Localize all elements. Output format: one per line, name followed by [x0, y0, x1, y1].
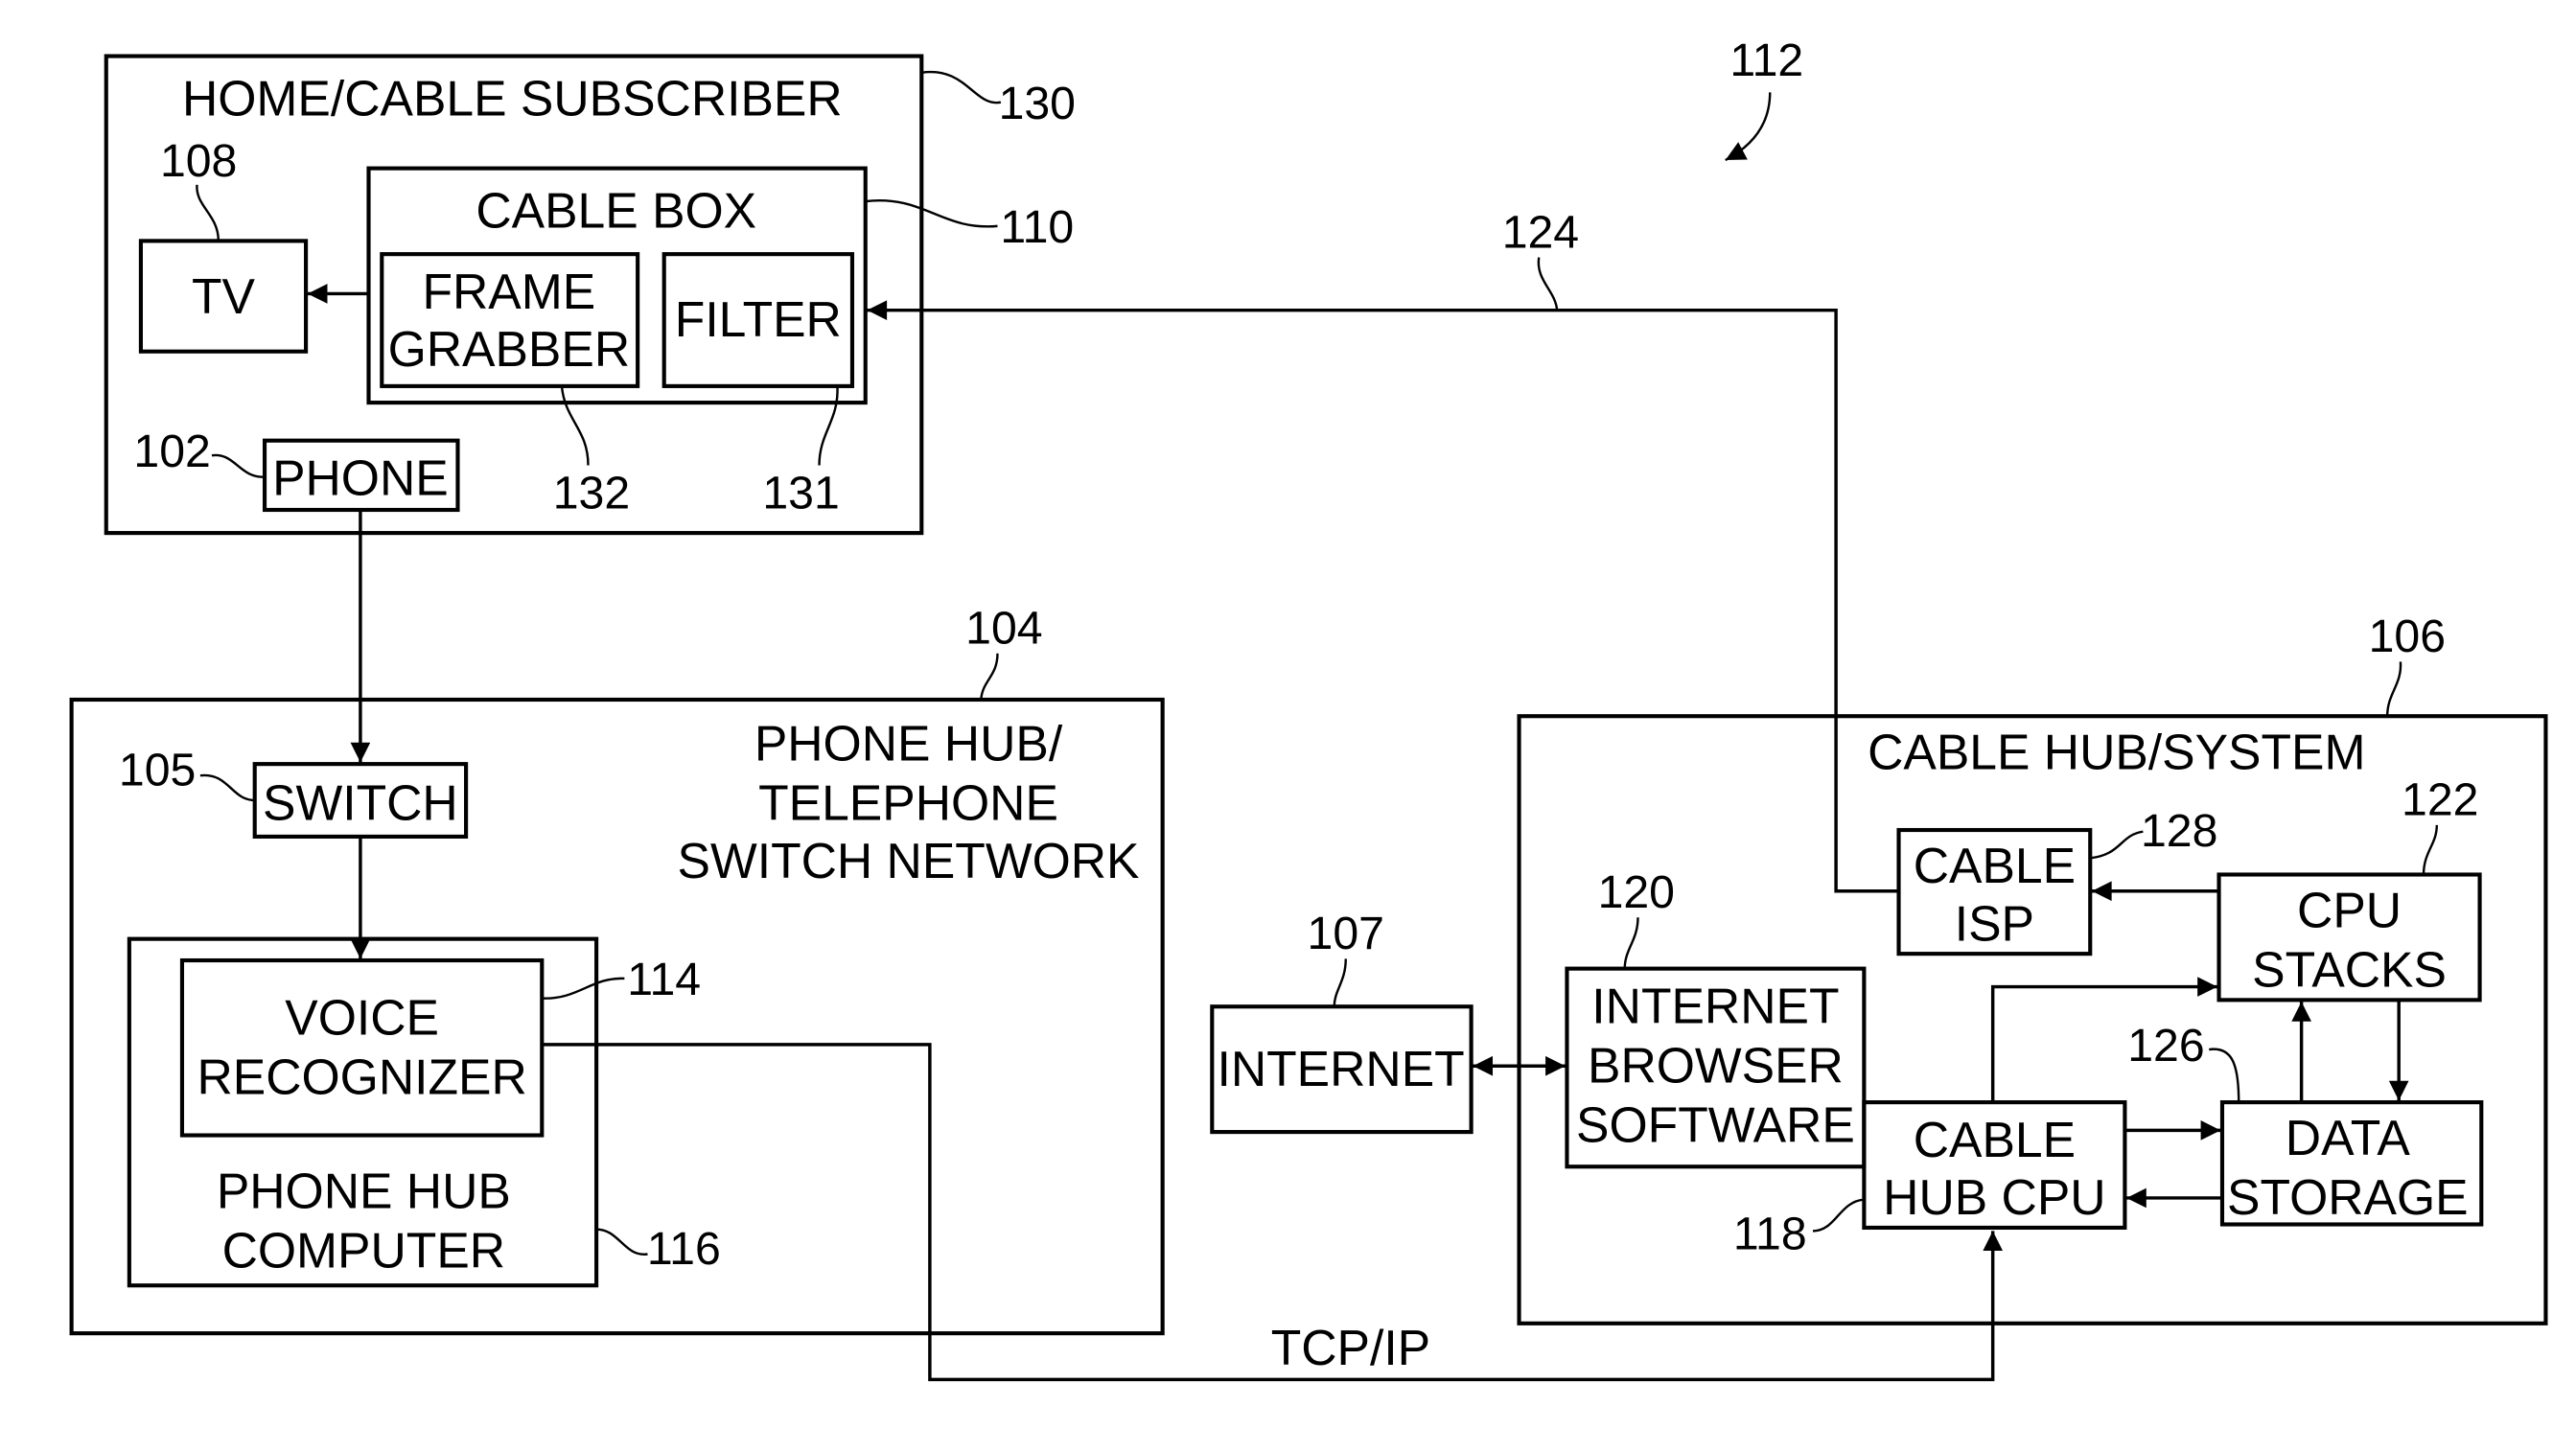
tv-block: TV 108: [138, 135, 309, 354]
browser-software-block: INTERNET BROWSER SOFTWARE 120: [1565, 866, 1867, 1169]
leader-124: [1537, 257, 1559, 311]
ref-110: 110: [1000, 201, 1074, 253]
filter-label: FILTER: [675, 291, 842, 347]
leader-110: [865, 199, 998, 228]
voice-recognizer-line-2: RECOGNIZER: [197, 1049, 526, 1104]
leader-118: [1812, 1198, 1865, 1233]
data-storage-block: DATA STORAGE 126: [2127, 1020, 2484, 1227]
ref-102: 102: [133, 426, 210, 477]
phone-block: PHONE 102: [133, 426, 460, 513]
browser-software-line-2: BROWSER: [1588, 1037, 1844, 1093]
data-storage-line-1: DATA: [2286, 1110, 2411, 1165]
leader-104: [980, 653, 999, 701]
leader-116: [596, 1228, 648, 1256]
cpu-stacks-line-2: STACKS: [2252, 942, 2447, 998]
frame-grabber-line-1: FRAME: [422, 264, 595, 319]
leader-114: [542, 977, 625, 1000]
data-storage-line-2: STORAGE: [2227, 1169, 2469, 1225]
leader-126: [2209, 1048, 2240, 1103]
cable-hub-system-title: CABLE HUB/SYSTEM: [1868, 724, 2365, 779]
leader-130: [921, 70, 1002, 104]
ref-122: 122: [2402, 774, 2478, 826]
ref-128: 128: [2141, 805, 2217, 857]
browser-software-line-3: SOFTWARE: [1576, 1096, 1855, 1152]
phone-label: PHONE: [272, 450, 449, 506]
leader-105: [199, 773, 255, 802]
tv-label: TV: [192, 268, 256, 324]
ref-126: 126: [2127, 1020, 2204, 1072]
voice-recognizer-line-1: VOICE: [285, 990, 439, 1046]
switch-label: SWITCH: [263, 775, 458, 831]
ref-107: 107: [1308, 908, 1384, 959]
leader-120: [1623, 917, 1639, 969]
leader-107: [1333, 958, 1347, 1007]
internet-block: INTERNET 107: [1210, 908, 1474, 1135]
phone-hub-title-line-3: SWITCH NETWORK: [678, 833, 1140, 888]
cpu-stacks-line-1: CPU: [2297, 883, 2402, 938]
cable-hub-cpu-line-1: CABLE: [1914, 1112, 2076, 1167]
figure-ref-112: 112: [1729, 35, 1803, 86]
leader-108: [196, 184, 220, 242]
leader-132: [560, 385, 590, 466]
tcpip-label: TCP/IP: [1271, 1320, 1430, 1375]
cable-isp-line-2: ISP: [1955, 895, 2034, 951]
phone-hub-title-line-1: PHONE HUB/: [754, 716, 1063, 772]
phone-hub-computer-line-2: COMPUTER: [222, 1222, 506, 1278]
ref-132: 132: [553, 467, 630, 519]
leader-106: [2385, 661, 2402, 717]
cable-isp-line-1: CABLE: [1914, 838, 2076, 893]
ref-131: 131: [762, 467, 839, 519]
ref-105: 105: [119, 745, 196, 796]
switch-block: SWITCH 105: [119, 745, 469, 839]
ref-104: 104: [965, 602, 1042, 654]
ref-130: 130: [999, 78, 1076, 129]
phone-hub-computer-line-1: PHONE HUB: [217, 1163, 511, 1218]
cable-isp-block: CABLE ISP 128: [1896, 805, 2217, 957]
ref-106: 106: [2369, 611, 2446, 662]
figure-ref-arrow: [1725, 92, 1772, 162]
ref-118: 118: [1733, 1208, 1807, 1259]
ref-124: 124: [1502, 206, 1579, 258]
ref-116: 116: [647, 1223, 721, 1275]
ref-114: 114: [627, 954, 701, 1005]
home-cable-subscriber-title: HOME/CABLE SUBSCRIBER: [182, 71, 843, 127]
leader-128: [2090, 830, 2144, 860]
cable-box-title: CABLE BOX: [476, 183, 756, 239]
leader-122: [2422, 824, 2439, 875]
browser-software-line-1: INTERNET: [1591, 978, 1839, 1033]
ref-108: 108: [160, 135, 237, 187]
cable-hub-cpu-line-2: HUB CPU: [1883, 1169, 2105, 1225]
leader-131: [818, 385, 839, 466]
leader-102: [211, 453, 266, 478]
system-block-diagram: 112 HOME/CABLE SUBSCRIBER 130 TV 108 CAB…: [69, 35, 2548, 1382]
internet-label: INTERNET: [1217, 1041, 1464, 1096]
filter-block: FILTER 131: [661, 252, 855, 519]
frame-grabber-line-2: GRABBER: [388, 321, 631, 377]
cpu-stacks-block: CPU STACKS 122: [2216, 774, 2482, 1003]
ref-120: 120: [1598, 866, 1675, 918]
phone-hub-title-line-2: TELEPHONE: [758, 775, 1058, 831]
